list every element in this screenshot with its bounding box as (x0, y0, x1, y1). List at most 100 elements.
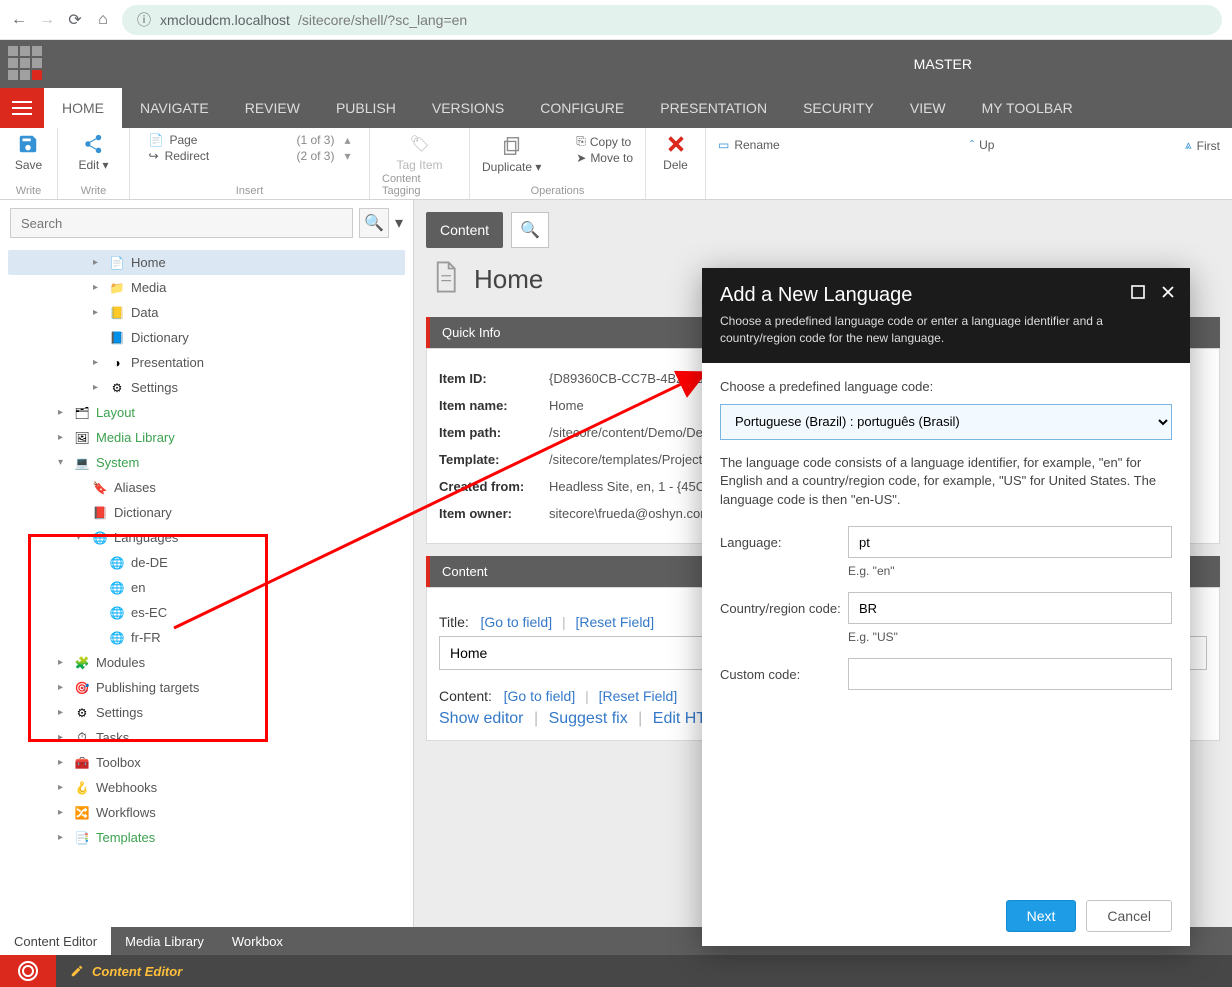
copy-to-button[interactable]: ⎘Copy to (576, 134, 633, 149)
tree-tasks[interactable]: ⏱Tasks (8, 725, 405, 750)
tree-workflows[interactable]: 🔀Workflows (8, 800, 405, 825)
forward-icon[interactable]: → (38, 11, 56, 29)
up-button[interactable]: ˆUp (970, 138, 994, 152)
sitecore-logo[interactable] (0, 955, 56, 987)
bottom-tab-content-editor[interactable]: Content Editor (0, 927, 111, 955)
tab-versions[interactable]: VERSIONS (414, 88, 522, 128)
tree-system[interactable]: 💻System (8, 450, 405, 475)
language-input[interactable] (848, 526, 1172, 558)
redirect-icon: ↪ (149, 149, 159, 163)
close-button[interactable] (1160, 284, 1176, 305)
tab-view[interactable]: VIEW (892, 88, 964, 128)
home-icon[interactable]: ⌂ (94, 11, 112, 29)
content-reset-field[interactable]: [Reset Field] (599, 688, 678, 704)
tree-settings[interactable]: ⚙Settings (8, 375, 405, 400)
group-edit-label: Write (81, 185, 106, 197)
tree-lang-es[interactable]: 🌐es-EC (8, 600, 405, 625)
taskbar-content-editor[interactable]: Content Editor (56, 955, 196, 987)
language-select[interactable]: Portuguese (Brazil) : português (Brasil) (720, 404, 1172, 440)
tab-security[interactable]: SECURITY (785, 88, 892, 128)
tree-home[interactable]: 📄Home (8, 250, 405, 275)
language-label: Language: (720, 535, 848, 550)
edit-button[interactable]: Edit ▾ (78, 132, 108, 172)
first-button[interactable]: ⩓First (1185, 138, 1220, 153)
delete-button[interactable]: Dele (663, 132, 688, 172)
tab-configure[interactable]: CONFIGURE (522, 88, 642, 128)
custom-input[interactable] (848, 658, 1172, 690)
chevron-up-icon[interactable]: ▴ (344, 133, 350, 147)
tree-presentation[interactable]: ◑Presentation (8, 350, 405, 375)
suggest-fix-link[interactable]: Suggest fix (549, 710, 628, 727)
tree-data[interactable]: 📒Data (8, 300, 405, 325)
first-icon: ⩓ (1185, 138, 1192, 153)
tree-search-input[interactable] (10, 208, 353, 238)
tree-modules[interactable]: 🧩Modules (8, 650, 405, 675)
tree-panel: 🔍 ▾ 📄Home 📁Media 📒Data 📘Dictionary ◑Pres… (0, 200, 414, 927)
tree-lang-de[interactable]: 🌐de-DE (8, 550, 405, 575)
bottom-tab-workbox[interactable]: Workbox (218, 927, 297, 955)
next-button[interactable]: Next (1006, 900, 1077, 932)
tree-aliases[interactable]: 🔖Aliases (8, 475, 405, 500)
edit-label: Edit ▾ (78, 158, 108, 172)
move-to-button[interactable]: ➤Move to (576, 151, 633, 165)
site-info-icon[interactable]: ⓘ (136, 10, 152, 30)
address-field[interactable]: ⓘ xmcloudcm.localhost/sitecore/shell/?sc… (122, 5, 1222, 35)
search-button[interactable]: 🔍 (359, 208, 389, 238)
save-icon (16, 132, 40, 156)
title-go-to-field[interactable]: [Go to field] (481, 614, 553, 630)
content-tab[interactable]: Content (426, 212, 503, 248)
maximize-button[interactable] (1130, 284, 1146, 305)
tree-lang-en[interactable]: 🌐en (8, 575, 405, 600)
tab-presentation[interactable]: PRESENTATION (642, 88, 785, 128)
tag-icon: 🏷 (408, 132, 432, 156)
tab-navigate[interactable]: NAVIGATE (122, 88, 227, 128)
tab-home[interactable]: HOME (44, 88, 122, 128)
page-title: Home (474, 264, 543, 295)
tab-my-toolbar[interactable]: MY TOOLBAR (964, 88, 1091, 128)
tree-webhooks[interactable]: 🪝Webhooks (8, 775, 405, 800)
tag-item-button[interactable]: 🏷 Tag Item (396, 132, 442, 172)
tree-dictionary[interactable]: 📘Dictionary (8, 325, 405, 350)
search-dropdown[interactable]: ▾ (395, 213, 403, 233)
globe-icon: 🌐 (109, 605, 125, 621)
tree-toolbox[interactable]: 🧰Toolbox (8, 750, 405, 775)
title-reset-field[interactable]: [Reset Field] (576, 614, 655, 630)
insert-page[interactable]: 📄 Page (1 of 3) ▴ (145, 132, 355, 148)
chevron-down-icon[interactable]: ▾ (344, 149, 350, 163)
group-write-label: Write (16, 185, 41, 197)
content-go-to-field[interactable]: [Go to field] (504, 688, 576, 704)
tree-templates[interactable]: 📑Templates (8, 825, 405, 850)
language-hint: E.g. "en" (848, 564, 1172, 578)
reload-icon[interactable]: ⟳ (66, 10, 84, 30)
tree-settings-2[interactable]: ⚙Settings (8, 700, 405, 725)
insert-list[interactable]: 📄 Page (1 of 3) ▴ ↪ Redirect (2 of 3) ▾ (145, 132, 355, 164)
show-editor-link[interactable]: Show editor (439, 710, 524, 727)
tree-layout[interactable]: 🗂Layout (8, 400, 405, 425)
app-launcher-icon[interactable] (8, 46, 44, 82)
duplicate-button[interactable]: Duplicate ▾ (482, 134, 541, 174)
region-input[interactable] (848, 592, 1172, 624)
save-button[interactable]: Save (15, 132, 42, 172)
tree-lang-fr[interactable]: 🌐fr-FR (8, 625, 405, 650)
content-search-button[interactable]: 🔍 (511, 212, 549, 248)
insert-redirect[interactable]: ↪ Redirect (2 of 3) ▾ (145, 148, 355, 164)
tree-media-library[interactable]: 🖼Media Library (8, 425, 405, 450)
tab-publish[interactable]: PUBLISH (318, 88, 414, 128)
duplicate-icon (500, 134, 524, 158)
tree-publishing-targets[interactable]: 🎯Publishing targets (8, 675, 405, 700)
tree-languages[interactable]: 🌐Languages (8, 525, 405, 550)
tree-dictionary-2[interactable]: 📕Dictionary (8, 500, 405, 525)
alias-icon: 🔖 (92, 480, 108, 496)
cancel-button[interactable]: Cancel (1086, 900, 1172, 932)
help-text: The language code consists of a language… (720, 454, 1172, 511)
hamburger-menu[interactable] (0, 88, 44, 128)
tab-review[interactable]: REVIEW (227, 88, 318, 128)
system-icon: 💻 (74, 455, 90, 471)
back-icon[interactable]: ← (10, 11, 28, 29)
up-icon: ˆ (970, 138, 974, 152)
bottom-tab-media-library[interactable]: Media Library (111, 927, 218, 955)
globe-icon: 🌐 (109, 555, 125, 571)
tree-media[interactable]: 📁Media (8, 275, 405, 300)
content-tree[interactable]: 📄Home 📁Media 📒Data 📘Dictionary ◑Presenta… (0, 246, 413, 927)
rename-button[interactable]: ▭Rename (718, 138, 780, 152)
